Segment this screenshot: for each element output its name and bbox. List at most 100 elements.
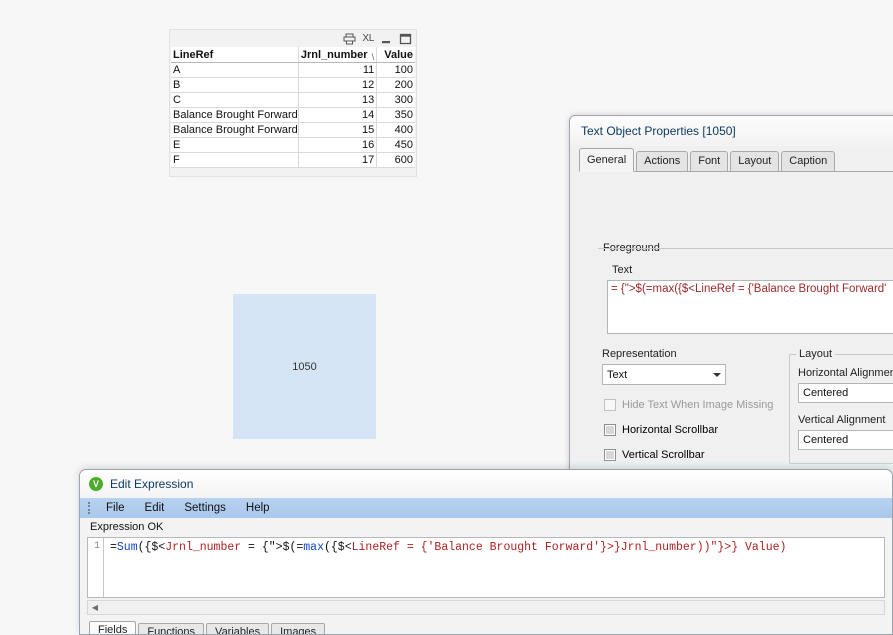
minimize-icon[interactable] — [380, 33, 393, 45]
representation-value: Text — [607, 368, 628, 381]
properties-general-panel: Foreground Text = {">$(=max({$<LineRef =… — [570, 172, 893, 479]
cell-lineref[interactable]: Balance Brought Forward — [171, 108, 299, 122]
column-header-lineref[interactable]: LineRef — [171, 47, 299, 62]
expression-token: max — [303, 541, 324, 554]
table-row[interactable]: B 12 200 — [171, 78, 415, 93]
cell-jrnl-number[interactable]: 11 — [299, 63, 378, 77]
expression-window-title: Edit Expression — [110, 477, 194, 491]
expression-horizontal-scrollbar[interactable]: ◀ — [87, 600, 885, 615]
checkbox-horizontal-scrollbar[interactable]: Horizontal Scrollbar — [604, 424, 718, 436]
tab-caption[interactable]: Caption — [781, 151, 836, 171]
vertical-alignment-dropdown[interactable]: Centered — [798, 430, 893, 450]
properties-dialog-title: Text Object Properties [1050] — [581, 124, 736, 138]
table-row[interactable]: F 17 600 — [171, 153, 415, 168]
table-row[interactable]: Balance Brought Forward 14 350 — [171, 108, 415, 123]
table-row[interactable]: Balance Brought Forward 15 400 — [171, 123, 415, 138]
tab-functions[interactable]: Functions — [138, 623, 205, 634]
chevron-down-icon — [713, 372, 721, 377]
expression-token: Value — [745, 541, 780, 554]
expression-token: = — [110, 541, 117, 554]
column-header-jrnl-number[interactable]: Jrnl_number \ — [299, 47, 378, 62]
cell-value[interactable]: 600 — [377, 153, 415, 167]
properties-dialog-titlebar[interactable]: Text Object Properties [1050] — [570, 116, 893, 146]
checkbox-box-icon — [604, 399, 616, 411]
menu-settings[interactable]: Settings — [174, 499, 236, 517]
menu-edit[interactable]: Edit — [135, 499, 175, 517]
checkbox-vertical-scrollbar[interactable]: Vertical Scrollbar — [604, 449, 705, 461]
cell-value[interactable]: 200 — [377, 78, 415, 92]
straight-table-object[interactable]: XL LineRef Jrnl_number \ Value A 11 100 … — [169, 29, 417, 177]
cell-jrnl-number[interactable]: 15 — [299, 123, 378, 137]
expression-token: LineRef — [351, 541, 400, 554]
cell-lineref[interactable]: A — [171, 63, 299, 77]
tab-actions[interactable]: Actions — [636, 151, 689, 171]
tab-variables[interactable]: Variables — [206, 623, 270, 634]
expression-token: ({$< — [137, 541, 166, 554]
tab-general[interactable]: General — [579, 148, 635, 172]
text-field-label: Text — [612, 264, 633, 276]
expression-code-text[interactable]: =Sum({$<Jrnl_number = {">$(=max({$<LineR… — [104, 538, 884, 597]
cell-jrnl-number[interactable]: 16 — [299, 138, 378, 152]
table-rows-container: A 11 100 B 12 200 C 13 300 Balance Brought Forwar… — [171, 63, 415, 168]
tab-images[interactable]: Images — [271, 623, 326, 634]
cell-value[interactable]: 400 — [377, 123, 415, 137]
expression-menubar[interactable]: File Edit Settings Help — [80, 498, 892, 518]
vertical-alignment-value: Centered — [803, 434, 849, 446]
expression-window-titlebar[interactable]: V Edit Expression — [80, 470, 892, 498]
cell-jrnl-number[interactable]: 14 — [299, 108, 378, 122]
table-row[interactable]: A 11 100 — [171, 63, 415, 78]
representation-label: Representation — [602, 348, 677, 360]
print-icon[interactable] — [343, 33, 356, 45]
column-header-value[interactable]: Value — [377, 47, 415, 62]
cell-lineref[interactable]: B — [171, 78, 299, 92]
cell-jrnl-number[interactable]: 12 — [299, 78, 378, 92]
cell-lineref[interactable]: F — [171, 153, 299, 167]
text-object-properties-dialog[interactable]: Text Object Properties [1050] General Ac… — [569, 115, 893, 480]
horizontal-alignment-value: Centered — [803, 387, 849, 399]
cell-lineref[interactable]: E — [171, 138, 299, 152]
horizontal-alignment-label: Horizontal Alignment — [798, 367, 893, 379]
table-row[interactable]: C 13 300 — [171, 93, 415, 108]
text-input[interactable]: = {">$(=max({$<LineRef = {'Balance Broug… — [607, 280, 893, 334]
properties-tab-strip[interactable]: General Actions Font Layout Caption — [579, 148, 893, 172]
table-header-row[interactable]: LineRef Jrnl_number \ Value — [171, 47, 415, 63]
expression-token: Sum — [116, 541, 138, 554]
tab-font[interactable]: Font — [690, 151, 729, 171]
expression-tab-strip[interactable]: Fields Functions Variables Images — [89, 621, 892, 634]
cell-value[interactable]: 350 — [377, 108, 415, 122]
column-header-jrnl-number-label: Jrnl_number — [300, 49, 368, 61]
foreground-group-divider — [598, 248, 893, 249]
checkbox-hide-text-when-image-missing[interactable]: Hide Text When Image Missing — [604, 399, 773, 411]
maximize-icon[interactable] — [399, 33, 412, 45]
expression-token: Jrnl_number — [620, 541, 697, 554]
table-row[interactable]: E 16 450 — [171, 138, 415, 153]
excel-export-icon[interactable]: XL — [362, 33, 374, 45]
expression-token: ({$< — [324, 541, 352, 554]
layout-group-label: Layout — [796, 348, 836, 360]
horizontal-alignment-dropdown[interactable]: Centered — [798, 383, 893, 403]
tab-layout[interactable]: Layout — [730, 151, 780, 171]
edit-expression-window[interactable]: V Edit Expression File Edit Settings Hel… — [79, 469, 893, 635]
cell-lineref[interactable]: C — [171, 93, 299, 107]
expression-token: = {">$(= — [241, 541, 304, 554]
text-object-1050[interactable]: 1050 — [233, 294, 376, 439]
table-grid[interactable]: LineRef Jrnl_number \ Value A 11 100 B 12 200… — [171, 47, 415, 168]
menu-file[interactable]: File — [96, 499, 135, 517]
expression-token: = {'Balance Brought Forward'}>} — [399, 541, 621, 554]
expression-editor[interactable]: 1 =Sum({$<Jrnl_number = {">$(=max({$<Lin… — [87, 537, 885, 598]
table-caption-bar: XL — [170, 30, 416, 47]
cell-value[interactable]: 100 — [377, 63, 415, 77]
scroll-left-arrow-icon[interactable]: ◀ — [88, 601, 102, 614]
cell-value[interactable]: 300 — [377, 93, 415, 107]
menubar-grip-handle[interactable] — [85, 501, 92, 516]
expression-token: Jrnl_number — [165, 541, 242, 554]
qlikview-logo-icon: V — [89, 477, 103, 491]
tab-fields[interactable]: Fields — [89, 621, 137, 634]
representation-dropdown[interactable]: Text — [602, 364, 726, 385]
cell-value[interactable]: 450 — [377, 138, 415, 152]
sort-indicator-icon: \ — [371, 52, 375, 62]
cell-lineref[interactable]: Balance Brought Forward — [171, 123, 299, 137]
cell-jrnl-number[interactable]: 13 — [299, 93, 378, 107]
cell-jrnl-number[interactable]: 17 — [299, 153, 378, 167]
menu-help[interactable]: Help — [236, 499, 280, 517]
